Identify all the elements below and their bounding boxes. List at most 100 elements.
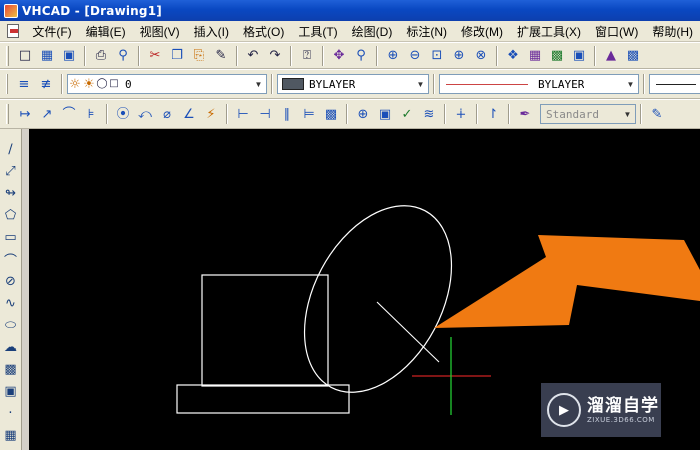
ellipse-icon[interactable]: ⬭ [1, 315, 21, 335]
paste-icon[interactable]: ⎘ [188, 45, 210, 67]
continue-icon[interactable]: ⊣ [254, 103, 276, 125]
menu-file[interactable]: 文件(F) [25, 23, 78, 40]
update-icon[interactable]: ↾ [482, 103, 504, 125]
design-center-icon[interactable]: ▦ [524, 45, 546, 67]
dimension-edit-icon[interactable]: ≋ [418, 103, 440, 125]
spline-icon[interactable]: ∿ [1, 293, 21, 313]
arc-length-icon[interactable]: ⌒ [58, 103, 80, 125]
redo-icon[interactable]: ↷ [264, 45, 286, 67]
ordinate-icon[interactable]: ⊧ [80, 103, 102, 125]
text-style-value: Standard [546, 107, 599, 121]
toolbar-grip[interactable] [6, 74, 8, 94]
block-icon[interactable]: ▲ [600, 45, 622, 67]
text-style-icon[interactable]: ✎ [646, 103, 668, 125]
construction-line-icon[interactable]: ⤢ [1, 161, 21, 181]
menu-edit[interactable]: 编辑(E) [79, 23, 133, 40]
zoom-extents-icon[interactable]: ⊗ [470, 45, 492, 67]
lineweight-dropdown[interactable] [649, 74, 700, 94]
diagonal-line[interactable] [376, 301, 440, 363]
quick-dimension-icon[interactable]: ⚡ [200, 103, 222, 125]
point-icon[interactable]: · [1, 403, 21, 423]
print-icon[interactable]: ⎙ [90, 45, 112, 67]
line-icon[interactable]: ∕ [1, 139, 21, 159]
layer-previous-icon[interactable]: ≢ [35, 73, 57, 95]
baseline-icon[interactable]: ⊢ [232, 103, 254, 125]
toolbar-separator [236, 45, 238, 66]
zoom-out-icon[interactable]: ⊖ [404, 45, 426, 67]
layer-dropdown[interactable]: ☼ ☀ ◯ □ 0 ▼ [67, 74, 267, 94]
circle-icon[interactable]: ⊘ [1, 271, 21, 291]
layer-manager-icon[interactable]: ▣ [568, 45, 590, 67]
chevron-down-icon[interactable]: ▼ [413, 75, 428, 93]
chevron-down-icon[interactable]: ▼ [620, 105, 635, 123]
help-icon[interactable]: ⍰ [296, 45, 318, 67]
jogged-linear-icon[interactable]: ✓ [396, 103, 418, 125]
save-icon[interactable]: ▣ [58, 45, 80, 67]
menu-window[interactable]: 窗口(W) [588, 23, 645, 40]
text-style-dropdown[interactable]: Standard ▼ [540, 104, 636, 124]
menu-format[interactable]: 格式(O) [236, 23, 291, 40]
menu-extension-tools[interactable]: 扩展工具(X) [510, 23, 588, 40]
toolbar-separator [322, 45, 324, 66]
zoom-in-icon[interactable]: ⊕ [382, 45, 404, 67]
menu-draw[interactable]: 绘图(D) [345, 23, 400, 40]
layer-stack-icon[interactable]: ≡ [13, 73, 35, 95]
space-icon[interactable]: ∥ [276, 103, 298, 125]
arc-icon[interactable]: ⌒ [1, 249, 21, 269]
chevron-down-icon[interactable]: ▼ [623, 75, 638, 93]
diameter-icon[interactable]: ⌀ [156, 103, 178, 125]
radius-icon[interactable]: ⦿ [112, 103, 134, 125]
text-edit-icon[interactable]: ∔ [450, 103, 472, 125]
toolbar-grip[interactable] [6, 45, 9, 66]
menu-help[interactable]: 帮助(H) [645, 23, 700, 40]
pan-icon[interactable]: ✥ [328, 45, 350, 67]
insert-block-icon[interactable]: ▩ [1, 359, 21, 379]
zoom-window-icon[interactable]: ⊡ [426, 45, 448, 67]
menu-insert[interactable]: 插入(I) [187, 23, 236, 40]
calculator-icon[interactable]: ▩ [622, 45, 644, 67]
color-swatch [282, 78, 304, 90]
unlock-icon: ◯ [96, 78, 108, 89]
tolerance-icon[interactable]: ▩ [320, 103, 342, 125]
angular-icon[interactable]: ∠ [178, 103, 200, 125]
toolbar-grip[interactable] [6, 104, 9, 124]
match-properties-icon[interactable]: ✎ [210, 45, 232, 67]
watermark-badge: ▶ 溜溜自学 ZIXUE.3D66.COM [541, 383, 661, 437]
print-preview-icon[interactable]: ⚲ [112, 45, 134, 67]
cut-icon[interactable]: ✂ [144, 45, 166, 67]
properties-icon[interactable]: ❖ [502, 45, 524, 67]
chevron-down-icon[interactable]: ▼ [251, 75, 266, 93]
menu-bar: 文件(F) 编辑(E) 视图(V) 插入(I) 格式(O) 工具(T) 绘图(D… [0, 21, 700, 42]
inspect-icon[interactable]: ▣ [374, 103, 396, 125]
zoom-realtime-icon[interactable]: ⚲ [350, 45, 372, 67]
color-dropdown[interactable]: BYLAYER ▼ [277, 74, 429, 94]
new-file-icon[interactable]: □ [14, 45, 36, 67]
title-bar: VHCAD - [Drawing1] [0, 0, 700, 21]
lineweight-preview [656, 83, 696, 85]
linetype-dropdown[interactable]: BYLAYER ▼ [439, 74, 639, 94]
base-rectangle[interactable] [176, 384, 350, 414]
polygon-icon[interactable]: ⬠ [1, 205, 21, 225]
hatch-icon[interactable]: ▦ [1, 425, 21, 445]
tool-palette-icon[interactable]: ▩ [546, 45, 568, 67]
jogged-icon[interactable]: ⤺ [134, 103, 156, 125]
menu-dimension[interactable]: 标注(N) [399, 23, 454, 40]
document-icon[interactable] [7, 24, 20, 38]
menu-modify[interactable]: 修改(M) [454, 23, 510, 40]
open-file-icon[interactable]: ▦ [36, 45, 58, 67]
polyline-icon[interactable]: ↬ [1, 183, 21, 203]
menu-view[interactable]: 视图(V) [133, 23, 187, 40]
upper-rectangle[interactable] [201, 274, 329, 387]
linear-dimension-icon[interactable]: ↦ [14, 103, 36, 125]
menu-tools[interactable]: 工具(T) [291, 23, 344, 40]
make-block-icon[interactable]: ▣ [1, 381, 21, 401]
revision-cloud-icon[interactable]: ☁ [1, 337, 21, 357]
rectangle-icon[interactable]: ▭ [1, 227, 21, 247]
undo-icon[interactable]: ↶ [242, 45, 264, 67]
break-icon[interactable]: ⊨ [298, 103, 320, 125]
zoom-all-icon[interactable]: ⊕ [448, 45, 470, 67]
center-mark-icon[interactable]: ⊕ [352, 103, 374, 125]
dimension-style-icon[interactable]: ✒ [514, 103, 536, 125]
aligned-dimension-icon[interactable]: ↗ [36, 103, 58, 125]
copy-icon[interactable]: ❐ [166, 45, 188, 67]
